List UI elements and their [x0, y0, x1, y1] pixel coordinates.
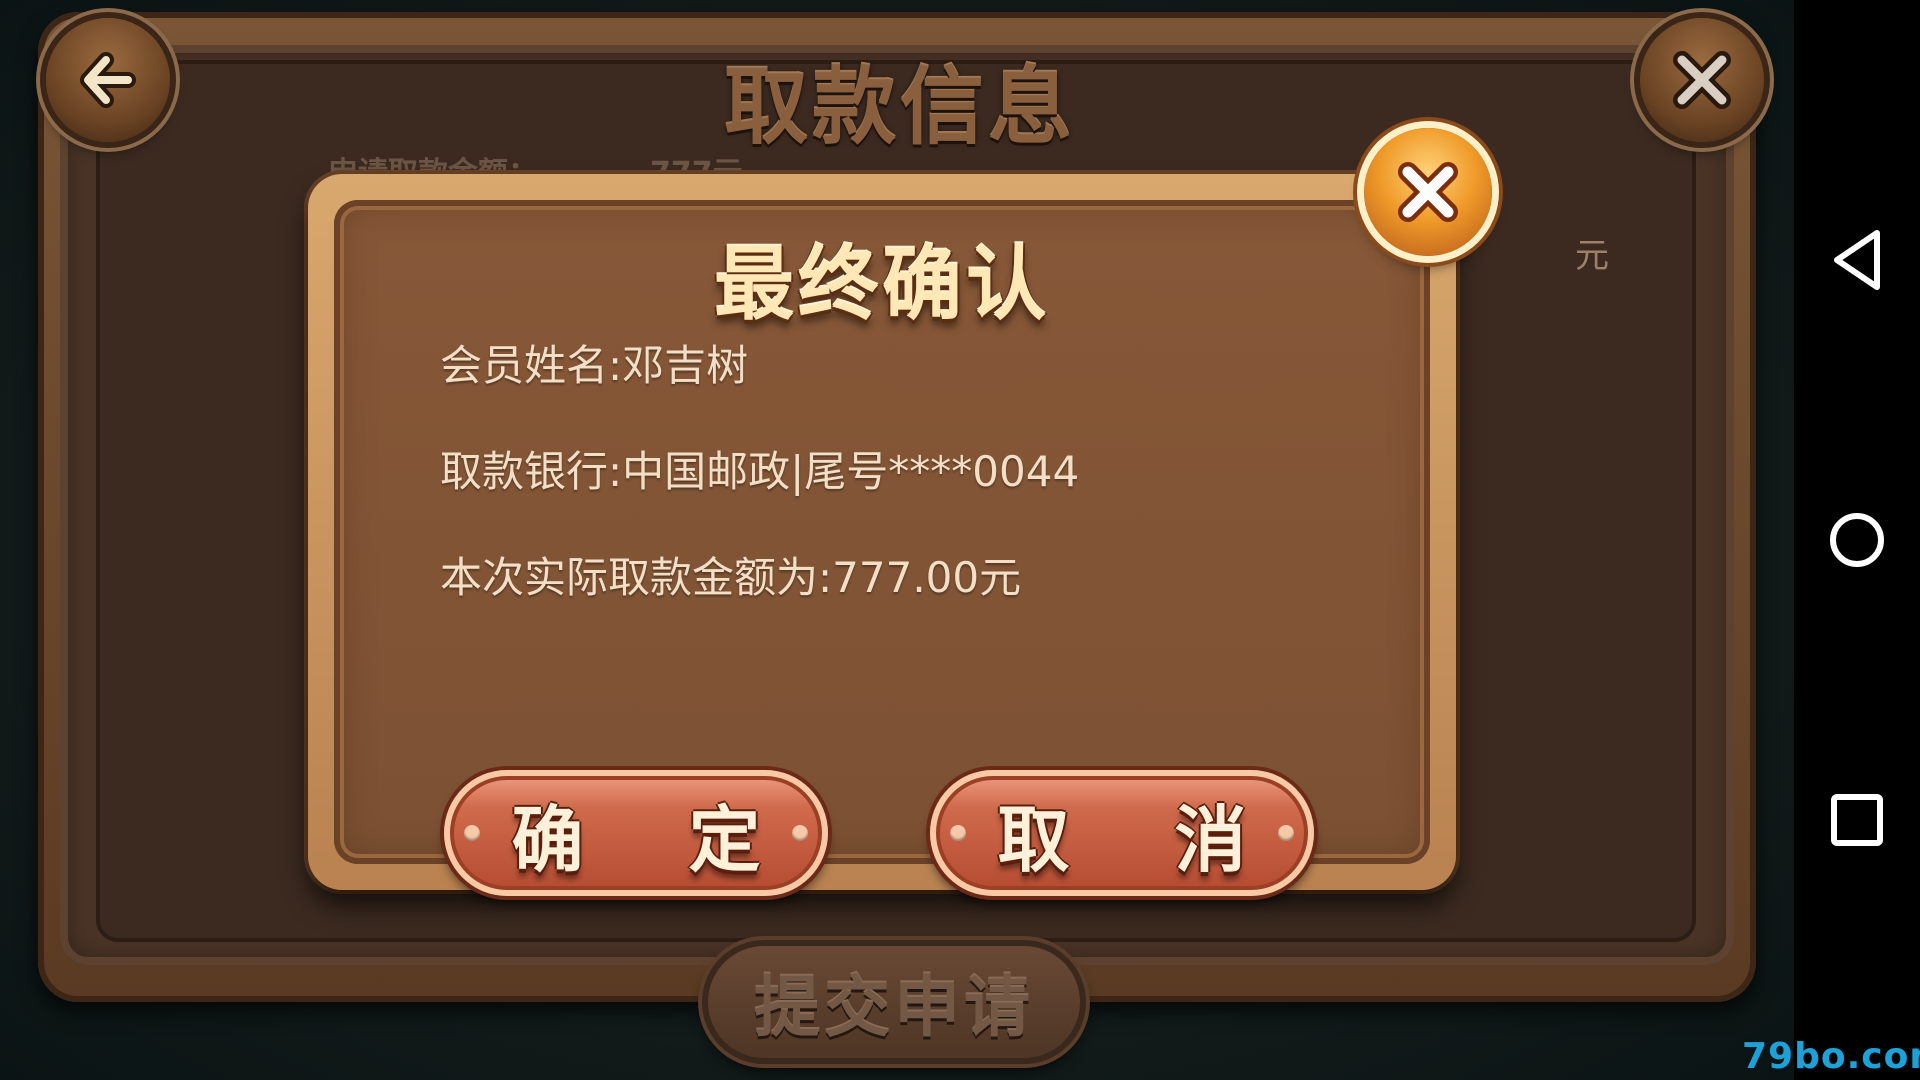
confirm-dialog: 最终确认 会员姓名:邓吉树 取款银行:中国邮政|尾号****0044 本次实际取… — [308, 174, 1456, 896]
member-name-text: 会员姓名:邓吉树 — [440, 341, 749, 390]
close-dialog-button[interactable] — [1364, 128, 1492, 256]
triangle-back-icon — [1834, 230, 1880, 290]
cancel-button-label: 取 消 — [997, 797, 1287, 882]
cancel-button[interactable]: 取 消 — [930, 770, 1314, 896]
button-rivet — [950, 825, 966, 841]
button-rivet — [464, 825, 480, 841]
close-icon — [1398, 162, 1458, 222]
watermark: 79bo.com — [1742, 1036, 1920, 1077]
confirm-button-label: 确 定 — [511, 797, 801, 882]
bank-text: 取款银行:中国邮政|尾号****0044 — [440, 447, 1080, 496]
button-rivet — [792, 825, 808, 841]
nav-recent-button[interactable] — [1794, 760, 1920, 880]
nav-back-button[interactable] — [1794, 200, 1920, 320]
button-rivet — [1278, 825, 1294, 841]
nav-home-button[interactable] — [1794, 480, 1920, 600]
amount-text: 本次实际取款金额为:777.00元 — [440, 553, 1022, 602]
dialog-body: 最终确认 会员姓名:邓吉树 取款银行:中国邮政|尾号****0044 本次实际取… — [334, 200, 1430, 864]
android-nav-bar — [1794, 0, 1920, 1080]
dialog-title: 最终确认 — [714, 238, 1050, 331]
game-screen: 取款信息 申请取款金额： 777元 元 提交申请 最终确认 会员姓名:邓吉树 取… — [0, 0, 1794, 1080]
confirm-button[interactable]: 确 定 — [444, 770, 828, 896]
square-recent-icon — [1831, 794, 1883, 846]
circle-home-icon — [1830, 513, 1884, 567]
